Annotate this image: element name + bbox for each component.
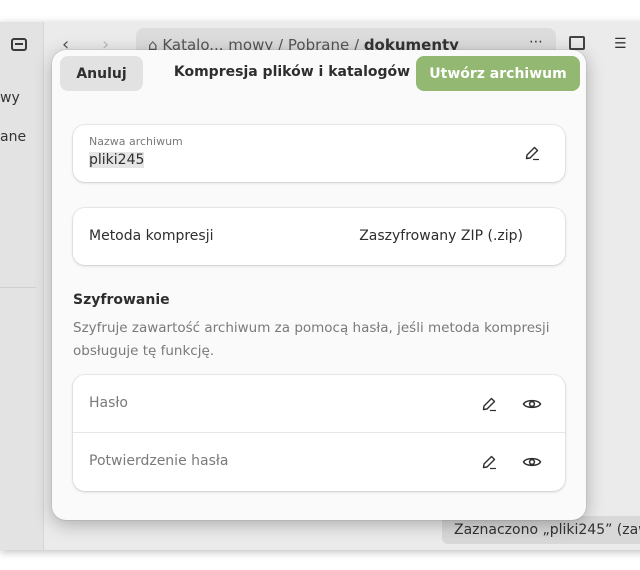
password-group: Hasło Potwierdzenie hasła <box>73 375 565 491</box>
archive-name-label: Nazwa archiwum <box>89 135 183 148</box>
sidebar-item-label[interactable]: wy <box>0 90 20 106</box>
compress-dialog: Anuluj Kompresja plików i katalogów Utwó… <box>52 50 586 520</box>
edit-pencil-icon[interactable] <box>481 454 497 470</box>
edit-pencil-icon[interactable] <box>481 396 497 412</box>
compression-method-value[interactable]: Zaszyfrowany ZIP (.zip) <box>359 228 523 244</box>
compression-method-row[interactable]: Metoda kompresji Zaszyfrowany ZIP (.zip) <box>73 208 565 265</box>
sidebar-item-label[interactable]: ane <box>0 129 26 145</box>
sidebar: wy ane <box>0 22 44 550</box>
status-bar: Zaznaczono „pliki245” (zaw <box>442 516 640 544</box>
create-archive-button[interactable]: Utwórz archiwum <box>416 56 580 91</box>
list-view-icon[interactable]: ☰ <box>614 36 627 52</box>
search-folder-icon[interactable] <box>569 36 585 50</box>
eye-icon[interactable] <box>522 397 542 411</box>
edit-pencil-icon[interactable] <box>524 145 540 161</box>
encryption-description: Szyfruje zawartość archiwum za pomocą ha… <box>73 320 550 359</box>
password-confirm-placeholder: Potwierdzenie hasła <box>89 453 229 469</box>
password-field[interactable]: Hasło <box>73 375 565 433</box>
sidebar-toggle-icon[interactable] <box>11 38 27 51</box>
dialog-header: Anuluj Kompresja plików i katalogów Utwó… <box>52 50 586 100</box>
sidebar-divider <box>0 287 36 288</box>
archive-name-field[interactable]: Nazwa archiwum pliki245 <box>73 125 565 182</box>
path-menu-icon[interactable]: ⋯ <box>529 34 543 50</box>
password-confirm-field[interactable]: Potwierdzenie hasła <box>73 433 565 491</box>
archive-name-input[interactable]: pliki245 <box>89 152 145 168</box>
cancel-button[interactable]: Anuluj <box>60 56 143 91</box>
compression-method-label: Metoda kompresji <box>89 228 214 244</box>
password-placeholder: Hasło <box>89 395 128 411</box>
eye-icon[interactable] <box>522 455 542 469</box>
encryption-heading: Szyfrowanie <box>73 292 170 308</box>
dialog-title: Kompresja plików i katalogów <box>173 64 411 80</box>
archive-name-value: pliki245 <box>89 152 145 168</box>
